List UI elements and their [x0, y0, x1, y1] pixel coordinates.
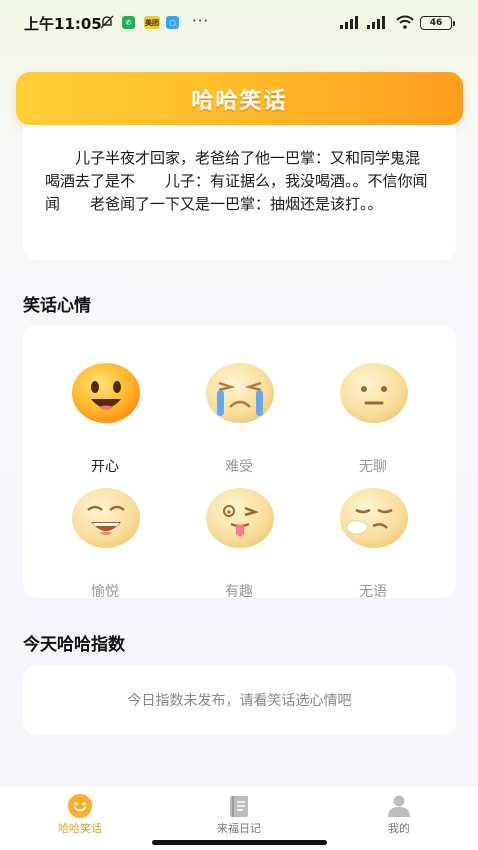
index-empty-text: 今日指数未发布，请看笑话选心情吧 [127, 693, 352, 709]
status-time: 上午11:05 [24, 15, 102, 33]
bell-muted-icon [100, 15, 114, 29]
tab-label: 哈哈笑话 [58, 822, 102, 835]
winking-tongue-face-icon [206, 488, 274, 548]
signal-icon [340, 16, 358, 29]
meituan-app-icon: 美团 [144, 16, 160, 29]
happy-face-icon [72, 363, 140, 423]
battery-icon: 46 [420, 16, 455, 30]
index-section-title: 今天哈哈指数 [23, 635, 125, 655]
mood-item-speechless[interactable]: 无语 [323, 482, 423, 600]
mood-label: 有趣 [225, 584, 253, 600]
tab-label: 我的 [388, 822, 410, 835]
bored-face-icon [340, 363, 408, 423]
index-card: 今日指数未发布，请看笑话选心情吧 [23, 665, 456, 735]
mood-label: 无语 [359, 584, 387, 600]
tab-haha-jokes[interactable]: 哈哈笑话 [20, 787, 140, 837]
joke-card: 儿子半夜才回家，老爸给了他一巴掌：又和同学鬼混喝酒去了是不 儿子：有证据么，我没… [23, 125, 456, 260]
smile-icon [68, 794, 92, 818]
mood-label: 愉悦 [91, 584, 119, 600]
message-app-icon: ▢ [166, 16, 179, 29]
joke-text: 儿子半夜才回家，老爸给了他一巴掌：又和同学鬼混喝酒去了是不 儿子：有证据么，我没… [45, 149, 428, 213]
wifi-icon [396, 15, 414, 29]
phone-app-icon: ✆ [122, 16, 135, 29]
more-notifications-icon: ··· [192, 12, 210, 30]
signal-icon-2 [367, 16, 385, 29]
diary-icon [230, 796, 248, 817]
mood-section-title: 笑话心情 [23, 296, 91, 316]
laughing-face-icon [72, 488, 140, 548]
banner-title: 哈哈笑话 [191, 88, 288, 114]
mood-item-joyful[interactable]: 愉悦 [55, 482, 155, 600]
mood-label: 难受 [225, 459, 253, 475]
home-indicator[interactable] [152, 840, 327, 845]
mood-card: 开心 难受 无聊 愉悦 有趣 无语 [23, 325, 456, 600]
mood-item-bored[interactable]: 无聊 [323, 357, 423, 475]
mood-item-sad[interactable]: 难受 [189, 357, 289, 475]
mood-item-happy[interactable]: 开心 [55, 357, 155, 475]
joke-banner: 哈哈笑话 [16, 72, 463, 125]
tab-label: 来福日记 [217, 822, 261, 835]
status-bar: 上午11:05 ✆ 美团 ▢ ··· 46 [0, 0, 478, 44]
user-icon [388, 795, 410, 817]
tab-profile[interactable]: 我的 [339, 787, 459, 837]
speechless-face-icon [340, 488, 408, 548]
mood-label: 无聊 [359, 459, 387, 475]
tab-diary[interactable]: 来福日记 [179, 787, 299, 837]
mood-label: 开心 [91, 459, 119, 475]
crying-face-icon [206, 363, 274, 423]
mood-item-funny[interactable]: 有趣 [189, 482, 289, 600]
